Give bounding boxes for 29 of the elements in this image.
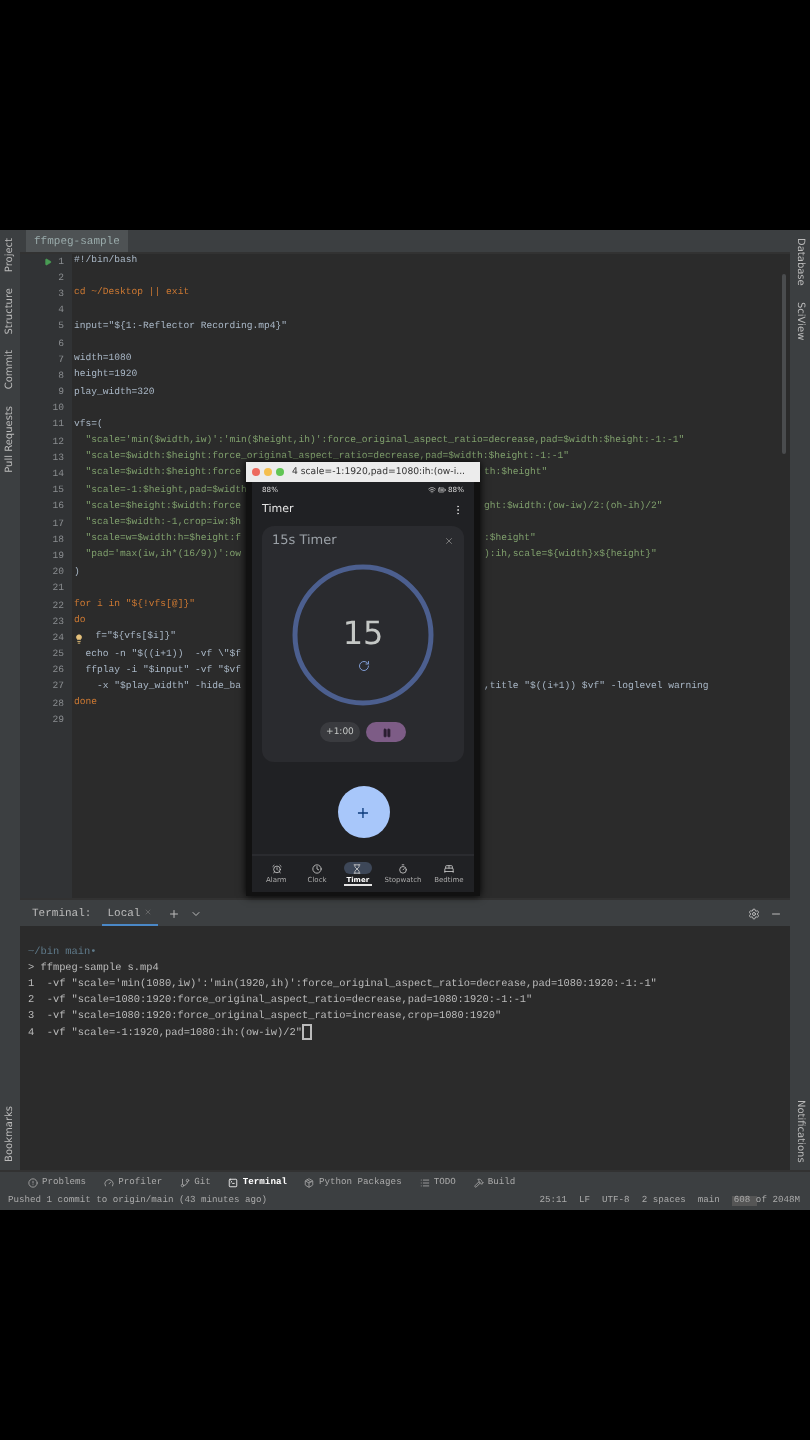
problems-icon xyxy=(28,1177,38,1187)
run-icon[interactable] xyxy=(44,258,53,267)
bed-icon xyxy=(443,863,454,873)
stopwatch-icon xyxy=(397,863,408,873)
todo-icon xyxy=(419,1177,430,1187)
pause-icon xyxy=(381,727,391,737)
battery-icon xyxy=(438,486,446,494)
lightbulb-icon[interactable] xyxy=(74,633,84,644)
timer-value: 15 xyxy=(342,614,384,652)
reset-icon[interactable] xyxy=(357,660,369,672)
minimize-icon[interactable] xyxy=(770,907,782,919)
zoom-dot[interactable] xyxy=(276,468,284,476)
git-icon xyxy=(180,1177,191,1187)
packages-icon xyxy=(304,1177,315,1187)
profiler-icon xyxy=(104,1177,115,1187)
minimize-dot[interactable] xyxy=(264,468,272,476)
close-dot[interactable] xyxy=(252,468,260,476)
alarm-clock-icon xyxy=(271,863,282,873)
wifi-icon xyxy=(428,486,436,494)
add-icon[interactable] xyxy=(168,907,181,919)
chevron-icon[interactable] xyxy=(190,907,203,919)
scrollbar-thumb[interactable] xyxy=(782,274,786,454)
hourglass-icon xyxy=(352,863,363,873)
pause-button[interactable] xyxy=(366,722,406,742)
clock-icon xyxy=(312,863,323,873)
settings-icon[interactable] xyxy=(748,907,760,919)
build-icon xyxy=(473,1177,484,1187)
add-button[interactable]: + xyxy=(337,786,389,838)
terminal-icon xyxy=(228,1177,239,1187)
